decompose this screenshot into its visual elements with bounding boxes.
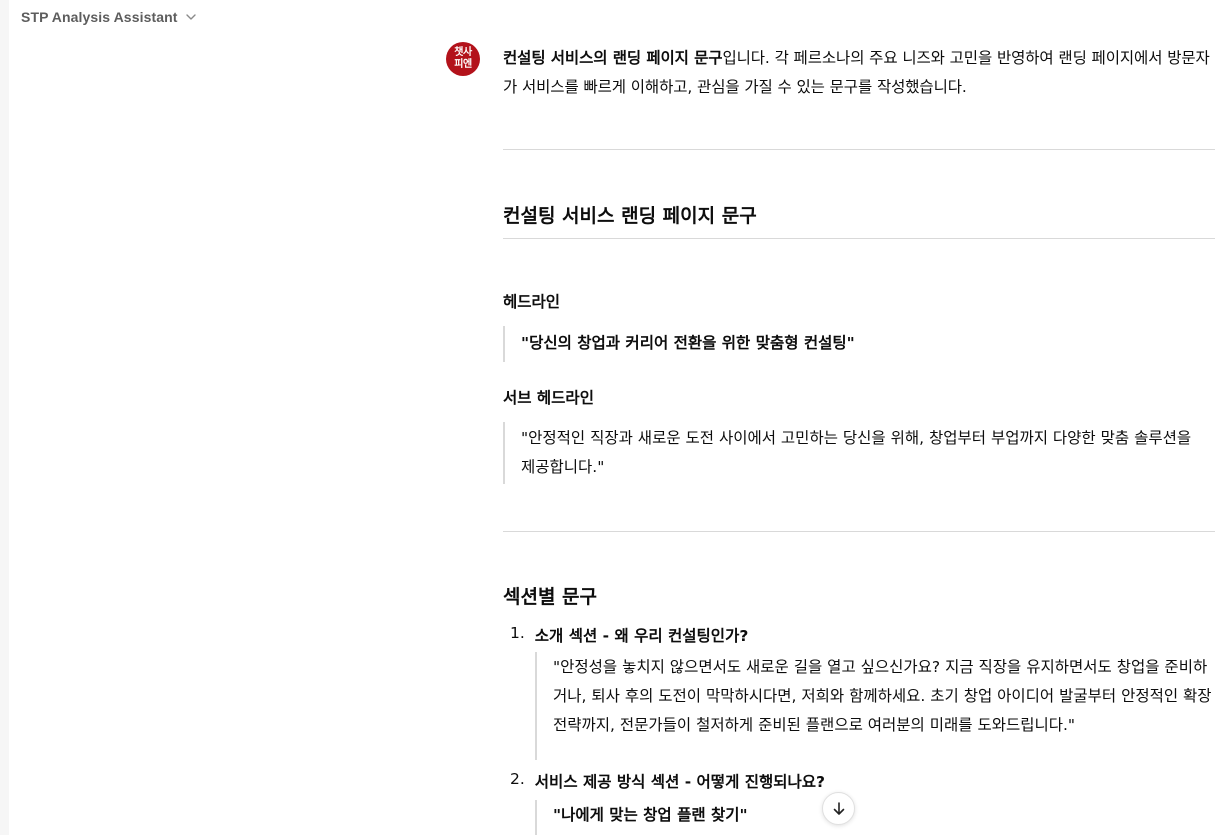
list-number: 1.: [510, 624, 525, 642]
avatar-text-1: 챗사: [454, 47, 472, 58]
sidebar-rail: [0, 0, 9, 835]
intro-bold: 컨설팅 서비스의 랜딩 페이지 문구: [503, 49, 723, 67]
list-title: 서비스 제공 방식 섹션 - 어떻게 진행되나요?: [534, 773, 826, 791]
chevron-down-icon: [185, 14, 196, 20]
message-body: 컨설팅 서비스의 랜딩 페이지 문구입니다. 각 페르소나의 주요 니즈와 고민…: [503, 44, 1218, 102]
list-item: 1. 소개 섹션 - 왜 우리 컨설팅인가?: [510, 624, 748, 646]
divider: [503, 149, 1215, 150]
divider: [503, 531, 1215, 532]
assistant-avatar: 챗사 피엔: [446, 42, 480, 76]
assistant-title: STP Analysis Assistant: [21, 9, 178, 25]
list-item: 2. 서비스 제공 방식 섹션 - 어떻게 진행되나요?: [510, 770, 825, 792]
headline-label: 헤드라인: [503, 293, 561, 311]
section-heading-landing: 컨설팅 서비스 랜딩 페이지 문구: [503, 205, 757, 227]
list-item-quote: "나에게 맞는 창업 플랜 찾기": [535, 800, 1218, 835]
list-title: 소개 섹션 - 왜 우리 컨설팅인가?: [534, 627, 749, 645]
avatar-text-2: 피엔: [454, 59, 472, 70]
subheadline-quote: "안정적인 직장과 새로운 도전 사이에서 고민하는 당신을 위해, 창업부터 …: [503, 422, 1208, 484]
subheadline-label: 서브 헤드라인: [503, 389, 594, 407]
intro-paragraph: 컨설팅 서비스의 랜딩 페이지 문구입니다. 각 페르소나의 주요 니즈와 고민…: [503, 44, 1218, 102]
section-heading-sections: 섹션별 문구: [503, 586, 598, 608]
arrow-down-icon: [833, 801, 844, 815]
model-selector[interactable]: STP Analysis Assistant: [21, 6, 198, 28]
scroll-to-bottom-button[interactable]: [822, 792, 855, 825]
list-item-quote: "안정성을 놓치지 않으면서도 새로운 길을 열고 싶으신가요? 지금 직장을 …: [535, 652, 1218, 760]
heading-underline: [503, 238, 1215, 239]
headline-quote: "당신의 창업과 커리어 전환을 위한 맞춤형 컨설팅": [503, 326, 1203, 362]
list-number: 2.: [510, 770, 525, 788]
